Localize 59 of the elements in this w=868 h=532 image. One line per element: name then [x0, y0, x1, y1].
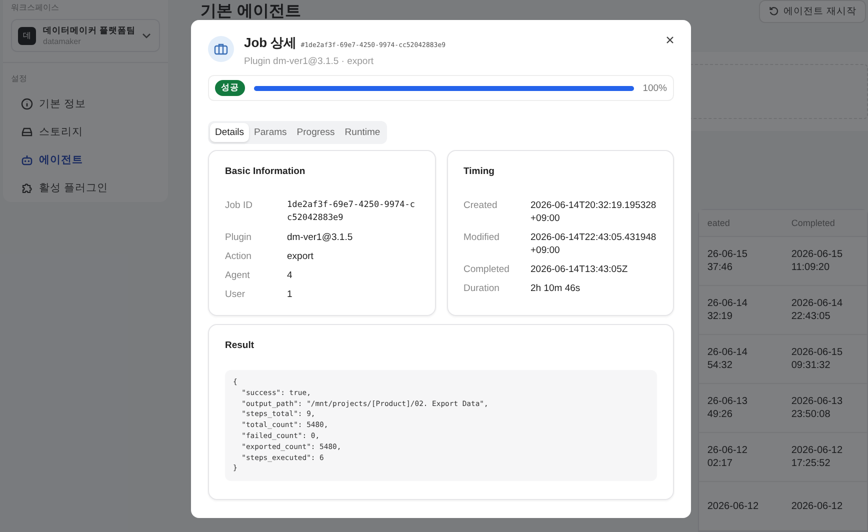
refresh-icon — [768, 6, 779, 16]
field-label: Job ID — [225, 199, 254, 213]
page-title: 기본 에이전트 — [200, 2, 301, 22]
storage-icon — [21, 126, 33, 138]
close-button[interactable] — [664, 34, 676, 46]
field-label: Created — [464, 199, 498, 213]
table-cell-text: 26-06-13 49:26 — [706, 395, 748, 421]
field-value: 1de2af3f-69e7-4250-9974-cc52042883e9 — [287, 199, 416, 225]
tab[interactable]: Params — [249, 123, 292, 142]
puzzle-icon — [21, 182, 33, 194]
sidebar-item[interactable]: 에이전트 — [11, 146, 160, 174]
field-value: 2h 10m 46s — [530, 282, 582, 295]
field-value: 2026-06-14T13:43:05Z — [530, 263, 629, 276]
field-value: 1 — [287, 288, 294, 301]
table-cell-text: 2026-06-12 17:25:52 — [790, 444, 844, 470]
field-value: dm-ver1@3.1.5 — [287, 231, 354, 244]
table-cell-text: 26-06-15 37:46 — [706, 248, 748, 274]
field-value: 2026-06-14T22:43:05.431948+09:00 — [530, 231, 657, 257]
table-cell-text: 26-06-12 02:17 — [706, 444, 748, 470]
field-label: Agent — [225, 269, 251, 282]
table-cell-text: 2026-06-14 22:43:05 — [790, 297, 844, 323]
field-label: Modified — [464, 231, 500, 245]
table-cell-text: 2026-06-15 11:09:20 — [790, 248, 844, 274]
sidebar-item[interactable]: 기본 정보 — [11, 90, 160, 118]
sidebar-item[interactable]: 스토리지 — [11, 118, 160, 146]
field-value: export — [287, 250, 314, 263]
field-label: Duration — [464, 282, 500, 295]
status-badge: 성공 — [215, 80, 245, 96]
tab[interactable]: Details — [210, 123, 250, 142]
sidebar-item[interactable]: 활성 플러그인 — [11, 174, 160, 202]
table-cell-text: 2026-06-12 — [706, 500, 760, 512]
briefcase-icon — [208, 36, 234, 62]
field-label: Completed — [464, 263, 510, 276]
column-header: eated — [706, 218, 731, 228]
progress-reading: 100% — [642, 82, 667, 94]
field-label: User — [225, 288, 246, 301]
field-label: Plugin — [225, 231, 252, 244]
table-cell-text: 2026-06-12 — [790, 500, 844, 512]
field-value: 2026-06-14T20:32:19.195328+09:00 — [530, 199, 657, 225]
card-title: Result — [225, 340, 256, 351]
robot-icon — [21, 154, 33, 166]
table-cell-text: 26-06-14 32:19 — [706, 297, 748, 323]
card-title: Timing — [464, 166, 496, 177]
workspace-avatar: 데 — [18, 26, 36, 44]
dialog-subtitle: Plugin dm-ver1@3.1.5 · export — [244, 56, 375, 67]
field-value: 4 — [287, 269, 294, 282]
column-header: Completed — [790, 218, 836, 228]
chevron-down-icon — [142, 32, 152, 38]
table-cell-text: 2026-06-13 23:50:08 — [790, 395, 844, 421]
workspace-name: 데이터메이커 플랫폼팀 — [43, 25, 136, 37]
table-cell-text: 26-06-14 54:32 — [706, 346, 748, 372]
restart-button[interactable]: 에이전트 재시작 — [758, 0, 866, 22]
info-icon — [21, 98, 33, 110]
tab[interactable]: Runtime — [340, 123, 386, 142]
tab[interactable]: Progress — [292, 123, 340, 142]
dialog-title: Job 상세 — [244, 34, 297, 52]
table-cell-text: 2026-06-15 09:31:32 — [790, 346, 844, 372]
field-label: Action — [225, 250, 252, 263]
card-title: Basic Information — [225, 166, 306, 177]
